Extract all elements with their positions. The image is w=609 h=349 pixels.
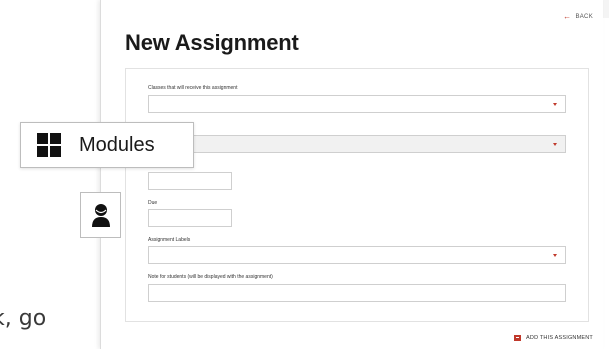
- note-input[interactable]: [148, 284, 566, 302]
- person-callout[interactable]: [80, 192, 121, 238]
- modules-callout[interactable]: Modules: [20, 122, 194, 168]
- start-date-input[interactable]: [148, 172, 232, 190]
- add-assignment-icon: [514, 335, 522, 341]
- dropdown-caret-icon: [553, 254, 557, 257]
- note-label: Note for students (will be displayed wit…: [148, 274, 273, 280]
- modules-grid-icon: [37, 133, 61, 157]
- assignment-labels-label: Assignment Labels: [148, 237, 191, 243]
- back-button[interactable]: ← BACK: [563, 13, 593, 21]
- person-icon: [91, 204, 110, 227]
- classes-select[interactable]: [148, 95, 566, 113]
- back-arrow-icon: ←: [563, 12, 572, 21]
- modules-label: Modules: [79, 133, 155, 156]
- due-date-input[interactable]: [148, 209, 232, 227]
- assignment-labels-select[interactable]: [148, 246, 566, 264]
- page-title: New Assignment: [125, 30, 299, 55]
- back-label: BACK: [575, 14, 593, 20]
- background-text: k, go: [0, 306, 47, 331]
- dropdown-caret-icon: [553, 103, 557, 106]
- classes-label: Classes that will receive this assignmen…: [148, 85, 238, 91]
- module-select[interactable]: [148, 135, 566, 153]
- dropdown-caret-icon: [553, 143, 557, 146]
- due-label: Due: [148, 200, 158, 206]
- add-assignment-label: ADD THIS ASSIGNMENT: [526, 335, 593, 341]
- new-assignment-panel: ← BACK New Assignment Classes that will …: [100, 0, 603, 349]
- assignment-form: Classes that will receive this assignmen…: [125, 68, 589, 322]
- add-assignment-button[interactable]: ADD THIS ASSIGNMENT: [514, 335, 593, 341]
